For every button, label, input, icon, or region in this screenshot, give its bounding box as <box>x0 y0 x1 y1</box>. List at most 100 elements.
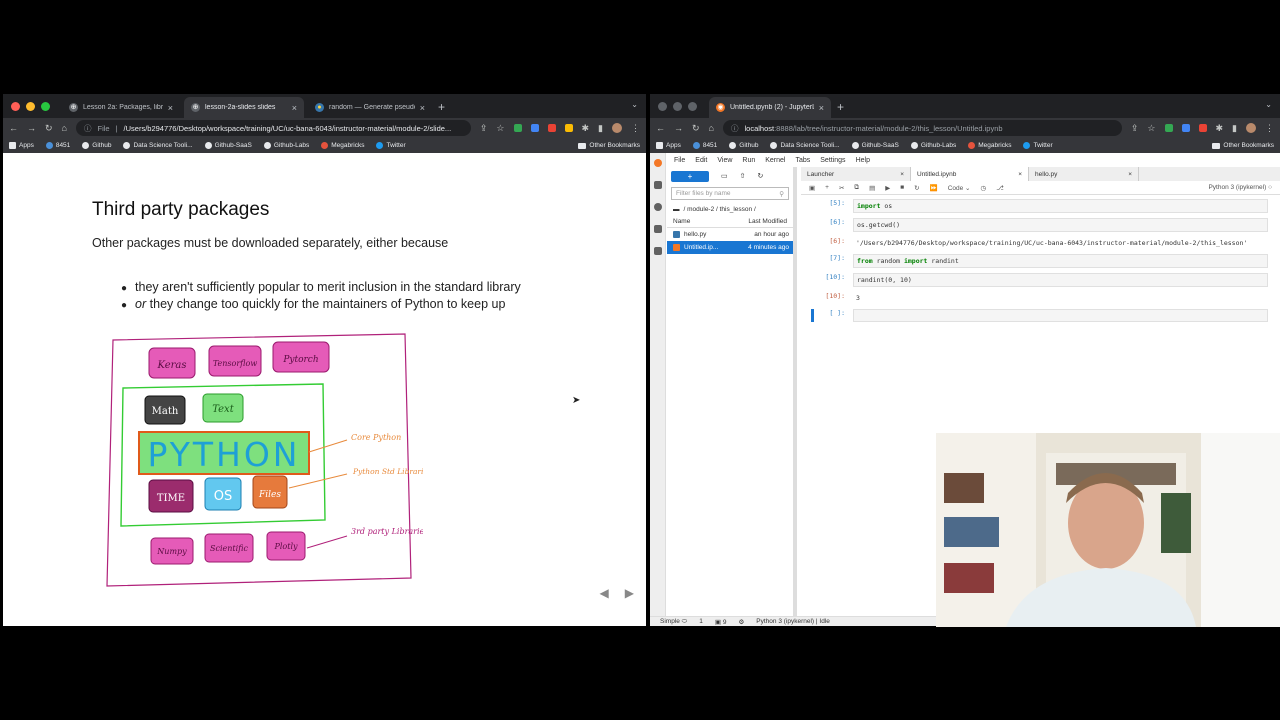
avatar[interactable] <box>612 123 622 133</box>
bookmark-8451[interactable]: 8451 <box>45 142 70 149</box>
extension-icon[interactable] <box>513 124 522 132</box>
close-tab-icon[interactable]: × <box>819 103 824 113</box>
extensions-icon[interactable] <box>653 247 662 255</box>
menu-settings[interactable]: Settings <box>820 157 845 164</box>
share-icon[interactable]: ⇪ <box>1131 123 1139 134</box>
status-terminals[interactable]: 1 <box>699 618 703 625</box>
puzzle-icon[interactable]: ✱ <box>582 123 590 134</box>
minimize-window-button[interactable] <box>26 101 35 111</box>
stop-icon[interactable]: ■ <box>900 184 904 191</box>
refresh-icon[interactable]: ↻ <box>758 172 764 180</box>
address-bar[interactable]: ⓘ File | /Users/b294776/Desktop/workspac… <box>75 120 471 136</box>
tab-launcher[interactable]: Launcher × <box>801 167 911 181</box>
fast-forward-icon[interactable]: ⏩ <box>930 184 938 192</box>
cell-source[interactable] <box>853 309 1268 322</box>
new-launcher-button[interactable]: + <box>671 170 709 182</box>
menu-file[interactable]: File <box>674 157 685 164</box>
avatar[interactable] <box>1246 123 1256 133</box>
menu-help[interactable]: Help <box>856 157 870 164</box>
tab-untitled-ipynb[interactable]: Untitled.ipynb × <box>911 167 1029 181</box>
bookmark-apps[interactable]: Apps <box>656 142 681 149</box>
share-icon[interactable]: ⇪ <box>480 123 488 134</box>
file-row[interactable]: hello.py an hour ago <box>667 228 793 241</box>
reload-icon[interactable]: ↻ <box>45 123 53 134</box>
zoom-window-button[interactable] <box>41 101 50 111</box>
bookmark-github-labs[interactable]: Github-Labs <box>910 142 956 149</box>
close-window-button[interactable] <box>11 101 20 111</box>
zoom-window-button[interactable] <box>688 101 697 111</box>
next-slide-icon[interactable]: ▶ <box>625 586 634 600</box>
close-tab-icon[interactable]: × <box>168 103 173 113</box>
back-icon[interactable]: ← <box>656 123 665 133</box>
extension-icon[interactable] <box>1164 124 1173 132</box>
browser-tab-active[interactable]: ⊕ lesson-2a-slides slides × <box>184 97 304 118</box>
extension-icon[interactable] <box>1198 124 1207 132</box>
menu-edit[interactable]: Edit <box>695 157 707 164</box>
close-window-button[interactable] <box>658 101 667 111</box>
column-name[interactable]: Name <box>673 218 690 225</box>
browser-tab[interactable]: ⊕ Lesson 2a: Packages, libraries × <box>62 97 180 118</box>
bookmark-github[interactable]: Github <box>82 142 111 149</box>
home-icon[interactable]: ⌂ <box>62 123 67 133</box>
other-bookmarks[interactable]: Other Bookmarks <box>1212 138 1274 153</box>
commands-icon[interactable] <box>653 225 662 233</box>
new-tab-button[interactable]: + <box>837 97 844 118</box>
bookmark-star-icon[interactable]: ☆ <box>496 123 504 134</box>
run-icon[interactable]: ▶ <box>885 184 890 192</box>
more-menu-icon[interactable]: ⋮ <box>631 123 640 134</box>
kernel-status[interactable]: Python 3 (ipykernel) | Idle <box>756 618 830 625</box>
code-cell-active[interactable]: [ ]: <box>811 309 1268 322</box>
code-cell[interactable]: [5]: import os <box>819 199 1268 213</box>
code-cell[interactable]: [6]: os.getcwd() <box>819 218 1268 232</box>
bookmark-megabricks[interactable]: Megabricks <box>321 142 364 149</box>
save-icon[interactable]: ▣ <box>809 184 815 192</box>
browser-tab-active[interactable]: ◉ Untitled.ipynb (2) - JupyterLab × <box>709 97 831 118</box>
restart-icon[interactable]: ↻ <box>914 184 919 192</box>
menu-tabs[interactable]: Tabs <box>795 157 810 164</box>
forward-icon[interactable]: → <box>27 123 36 133</box>
extension-icon[interactable] <box>1181 124 1190 132</box>
close-tab-icon[interactable]: × <box>292 103 297 113</box>
paste-icon[interactable]: ▤ <box>869 184 875 192</box>
address-bar[interactable]: ⓘ localhost:8888/lab/tree/instructor-mat… <box>722 120 1122 136</box>
bookmark-github-saas[interactable]: Github-SaaS <box>204 142 252 149</box>
extension-icon[interactable] <box>547 124 556 132</box>
bookmark-github-saas[interactable]: Github-SaaS <box>851 142 899 149</box>
extension-icon[interactable] <box>530 124 539 132</box>
cell-source[interactable]: import os <box>853 199 1268 213</box>
prev-slide-icon[interactable]: ◀ <box>600 586 609 600</box>
bookmark-twitter[interactable]: Twitter <box>1023 142 1053 149</box>
tab-hello-py[interactable]: hello.py × <box>1029 167 1139 181</box>
bookmark-github-labs[interactable]: Github-Labs <box>263 142 309 149</box>
browser-tab[interactable]: ● random — Generate pseudo-ra × <box>308 97 432 118</box>
folder-icon[interactable]: ▬ <box>673 206 680 213</box>
sidepanel-icon[interactable]: ▮ <box>1232 123 1237 134</box>
home-icon[interactable]: ⌂ <box>709 123 714 133</box>
bookmark-data-science[interactable]: Data Science Tooli... <box>123 142 193 149</box>
puzzle-icon[interactable]: ✱ <box>1216 123 1224 134</box>
tab-search-icon[interactable]: ⌄ <box>631 100 638 109</box>
status-kernels[interactable]: ▣ 9 <box>715 618 727 626</box>
reload-icon[interactable]: ↻ <box>692 123 700 134</box>
bookmark-apps[interactable]: Apps <box>9 142 34 149</box>
close-tab-icon[interactable]: × <box>420 103 425 113</box>
running-icon[interactable] <box>653 203 662 211</box>
bookmark-star-icon[interactable]: ☆ <box>1147 123 1155 134</box>
menu-run[interactable]: Run <box>742 157 755 164</box>
simple-mode-toggle[interactable]: Simple ⬭ <box>660 618 687 626</box>
menu-view[interactable]: View <box>717 157 732 164</box>
bookmark-data-science[interactable]: Data Science Tooli... <box>770 142 840 149</box>
code-cell[interactable]: [7]: from random import randint <box>819 254 1268 268</box>
sidepanel-icon[interactable]: ▮ <box>598 123 603 134</box>
git-icon[interactable]: ⎇ <box>996 184 1004 192</box>
back-icon[interactable]: ← <box>9 123 18 133</box>
new-folder-icon[interactable]: ▭ <box>721 172 728 180</box>
forward-icon[interactable]: → <box>674 123 683 133</box>
code-cell[interactable]: [10]: randint(0, 10) <box>819 273 1268 287</box>
bookmark-twitter[interactable]: Twitter <box>376 142 406 149</box>
close-tab-icon[interactable]: × <box>900 171 904 178</box>
menu-kernel[interactable]: Kernel <box>765 157 785 164</box>
cell-source[interactable]: os.getcwd() <box>853 218 1268 232</box>
bookmark-megabricks[interactable]: Megabricks <box>968 142 1011 149</box>
settings-icon[interactable]: ⚙ <box>738 618 744 626</box>
